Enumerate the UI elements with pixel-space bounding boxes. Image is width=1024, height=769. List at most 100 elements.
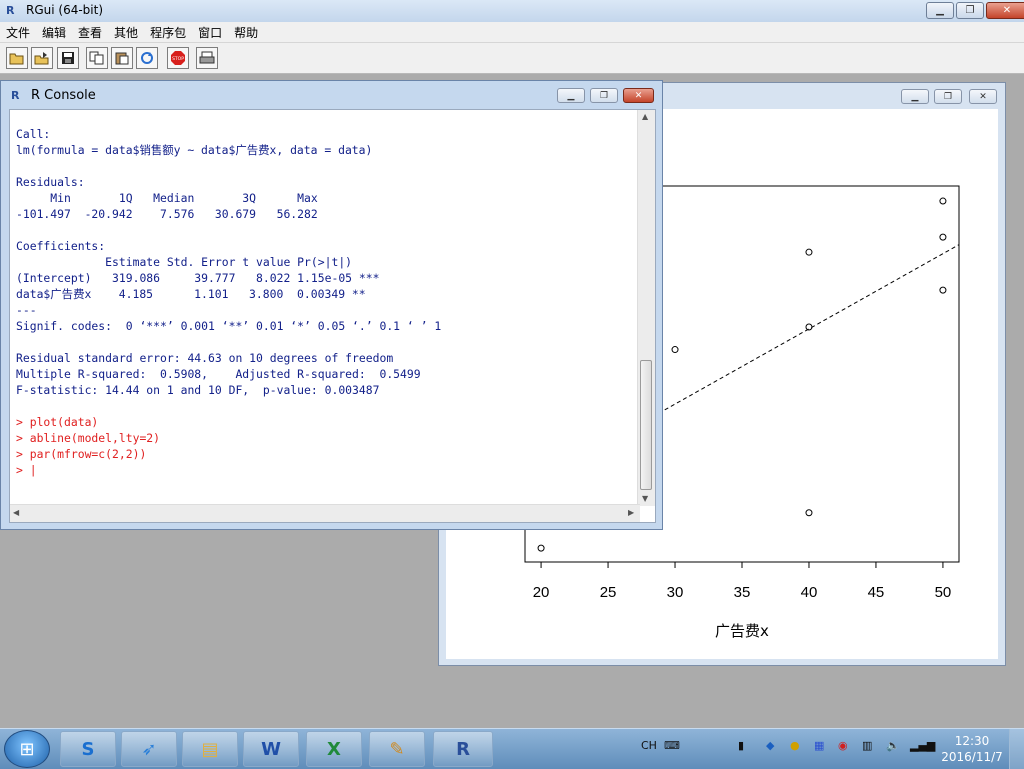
console-window[interactable]: R R Console ▁ ❐ ✕ Call: lm(formula = data… <box>0 80 663 530</box>
graphics-close-button[interactable]: ✕ <box>969 89 997 104</box>
menu-file[interactable]: 文件 <box>0 22 36 43</box>
console-command-line: > abline(model,lty=2) <box>16 431 161 445</box>
console-output-line: lm(formula = data$销售额y ~ data$广告费x, data… <box>16 143 373 157</box>
scroll-right-icon[interactable]: ▶ <box>628 508 634 517</box>
rgui-titlebar[interactable]: R RGui (64-bit) ▁ ❐ ✕ <box>0 0 1024 23</box>
console-titlebar[interactable]: R R Console ▁ ❐ ✕ <box>1 81 662 109</box>
tray-flash-icon[interactable]: ◉ <box>838 739 848 752</box>
console-text: Call: lm(formula = data$销售额y ~ data$广告费x,… <box>16 110 441 478</box>
stop-icon[interactable]: STOP <box>167 47 189 69</box>
excel-icon[interactable]: X <box>306 731 362 767</box>
console-output-line: (Intercept) 319.086 39.777 8.022 1.15e-0… <box>16 271 380 285</box>
x-tick-label: 50 <box>935 584 952 601</box>
copy-icon[interactable] <box>86 47 108 69</box>
minimize-button[interactable]: ▁ <box>926 2 954 19</box>
show-desktop-button[interactable] <box>1009 729 1024 769</box>
console-output-line: -101.497 -20.942 7.576 30.679 56.282 <box>16 207 325 221</box>
console-output-line: Residuals: <box>16 175 85 189</box>
console-output-line: F-statistic: 14.44 on 1 and 10 DF, p-val… <box>16 383 380 397</box>
x-tick-label: 35 <box>734 584 751 601</box>
data-point <box>939 233 947 241</box>
keyboard-icon[interactable]: ⌨ <box>664 739 680 752</box>
svg-text:STOP: STOP <box>172 56 184 62</box>
data-point <box>671 346 679 354</box>
console-restore-button[interactable]: ❐ <box>590 88 618 103</box>
feiyu-icon[interactable]: ➶ <box>121 731 177 767</box>
x-tick-label: 30 <box>667 584 684 601</box>
scroll-up-icon[interactable]: ▲ <box>642 112 648 121</box>
print-icon[interactable] <box>196 47 218 69</box>
menu-windows[interactable]: 窗口 <box>192 22 228 43</box>
console-title: R Console <box>31 88 96 103</box>
close-button[interactable]: ✕ <box>986 2 1024 19</box>
input-method-indicator[interactable]: CH <box>641 739 657 752</box>
tray-app-icon[interactable]: ● <box>790 739 800 752</box>
refresh-icon[interactable] <box>136 47 158 69</box>
tray-grid-icon[interactable]: ▦ <box>814 739 824 752</box>
system-clock[interactable]: 12:30 2016/11/7 <box>940 733 1004 765</box>
x-axis-label: 广告费x <box>715 622 769 640</box>
menu-view[interactable]: 查看 <box>72 22 108 43</box>
console-minimize-button[interactable]: ▁ <box>557 88 585 103</box>
console-output-line: Call: <box>16 127 51 141</box>
r-icon[interactable]: R <box>433 731 493 767</box>
console-horizontal-scrollbar[interactable]: ◀ ▶ <box>10 504 640 522</box>
menu-packages[interactable]: 程序包 <box>144 22 192 43</box>
console-output-line: Multiple R-squared: 0.5908, Adjusted R-s… <box>16 367 428 381</box>
console-command-line: > | <box>16 463 37 477</box>
menu-misc[interactable]: 其他 <box>108 22 144 43</box>
signal-icon[interactable]: ▂▄▆ <box>910 739 935 752</box>
console-output-line: Min 1Q Median 3Q Max <box>16 191 325 205</box>
console-r-icon: R <box>11 89 20 102</box>
console-output-line: data$广告费x 4.185 1.101 3.800 0.00349 ** <box>16 287 373 301</box>
graphics-minimize-button[interactable]: ▁ <box>901 89 929 104</box>
paint-icon[interactable]: ✎ <box>369 731 425 767</box>
menu-bar: 文件 编辑 查看 其他 程序包 窗口 帮助 <box>0 22 1024 43</box>
load-workspace-icon[interactable] <box>31 47 53 69</box>
word-icon[interactable]: W <box>243 731 299 767</box>
clock-date: 2016/11/7 <box>941 750 1003 764</box>
r-logo-icon: R <box>6 4 15 17</box>
x-tick-label: 40 <box>801 584 818 601</box>
console-output-line: Coefficients: <box>16 239 106 253</box>
start-button[interactable]: ⊞ <box>4 730 50 768</box>
usb-icon[interactable]: ▮ <box>738 739 744 752</box>
text-cursor: | <box>29 463 37 477</box>
volume-icon[interactable]: 🔈 <box>886 739 900 752</box>
graphics-restore-button[interactable]: ❐ <box>934 89 962 104</box>
scroll-thumb[interactable] <box>640 360 652 490</box>
sogou-icon[interactable]: S <box>60 731 116 767</box>
save-icon[interactable] <box>57 47 79 69</box>
regression-line <box>627 244 960 431</box>
data-point <box>939 286 947 294</box>
console-output-line: Residual standard error: 44.63 on 10 deg… <box>16 351 394 365</box>
x-tick-label: 25 <box>600 584 617 601</box>
clock-time: 12:30 <box>954 734 990 748</box>
data-point <box>939 197 947 205</box>
console-command-line: > par(mfrow=c(2,2)) <box>16 447 147 461</box>
console-vertical-scrollbar[interactable]: ▲ ▼ <box>637 110 655 506</box>
security-shield-icon[interactable]: ◆ <box>766 739 774 752</box>
explorer-icon[interactable]: ▤ <box>182 731 238 767</box>
menu-help[interactable]: 帮助 <box>228 22 264 43</box>
console-output-line: Estimate Std. Error t value Pr(>|t|) <box>16 255 380 269</box>
data-point <box>805 248 813 256</box>
console-output[interactable]: Call: lm(formula = data$销售额y ~ data$广告费x,… <box>9 109 656 523</box>
restore-button[interactable]: ❐ <box>956 2 984 19</box>
x-tick-label: 45 <box>868 584 885 601</box>
scroll-down-icon[interactable]: ▼ <box>642 494 648 503</box>
console-command-line: > plot(data) <box>16 415 99 429</box>
scroll-left-icon[interactable]: ◀ <box>13 508 19 517</box>
app-title: RGui (64-bit) <box>26 3 104 17</box>
paste-icon[interactable] <box>111 47 133 69</box>
console-output-line: Signif. codes: 0 ‘***’ 0.001 ‘**’ 0.01 ‘… <box>16 319 442 333</box>
console-output-line: --- <box>16 303 37 317</box>
menu-edit[interactable]: 编辑 <box>36 22 72 43</box>
open-script-icon[interactable] <box>6 47 28 69</box>
console-close-button[interactable]: ✕ <box>623 88 654 103</box>
network-adapter-icon[interactable]: ▥ <box>862 739 872 752</box>
